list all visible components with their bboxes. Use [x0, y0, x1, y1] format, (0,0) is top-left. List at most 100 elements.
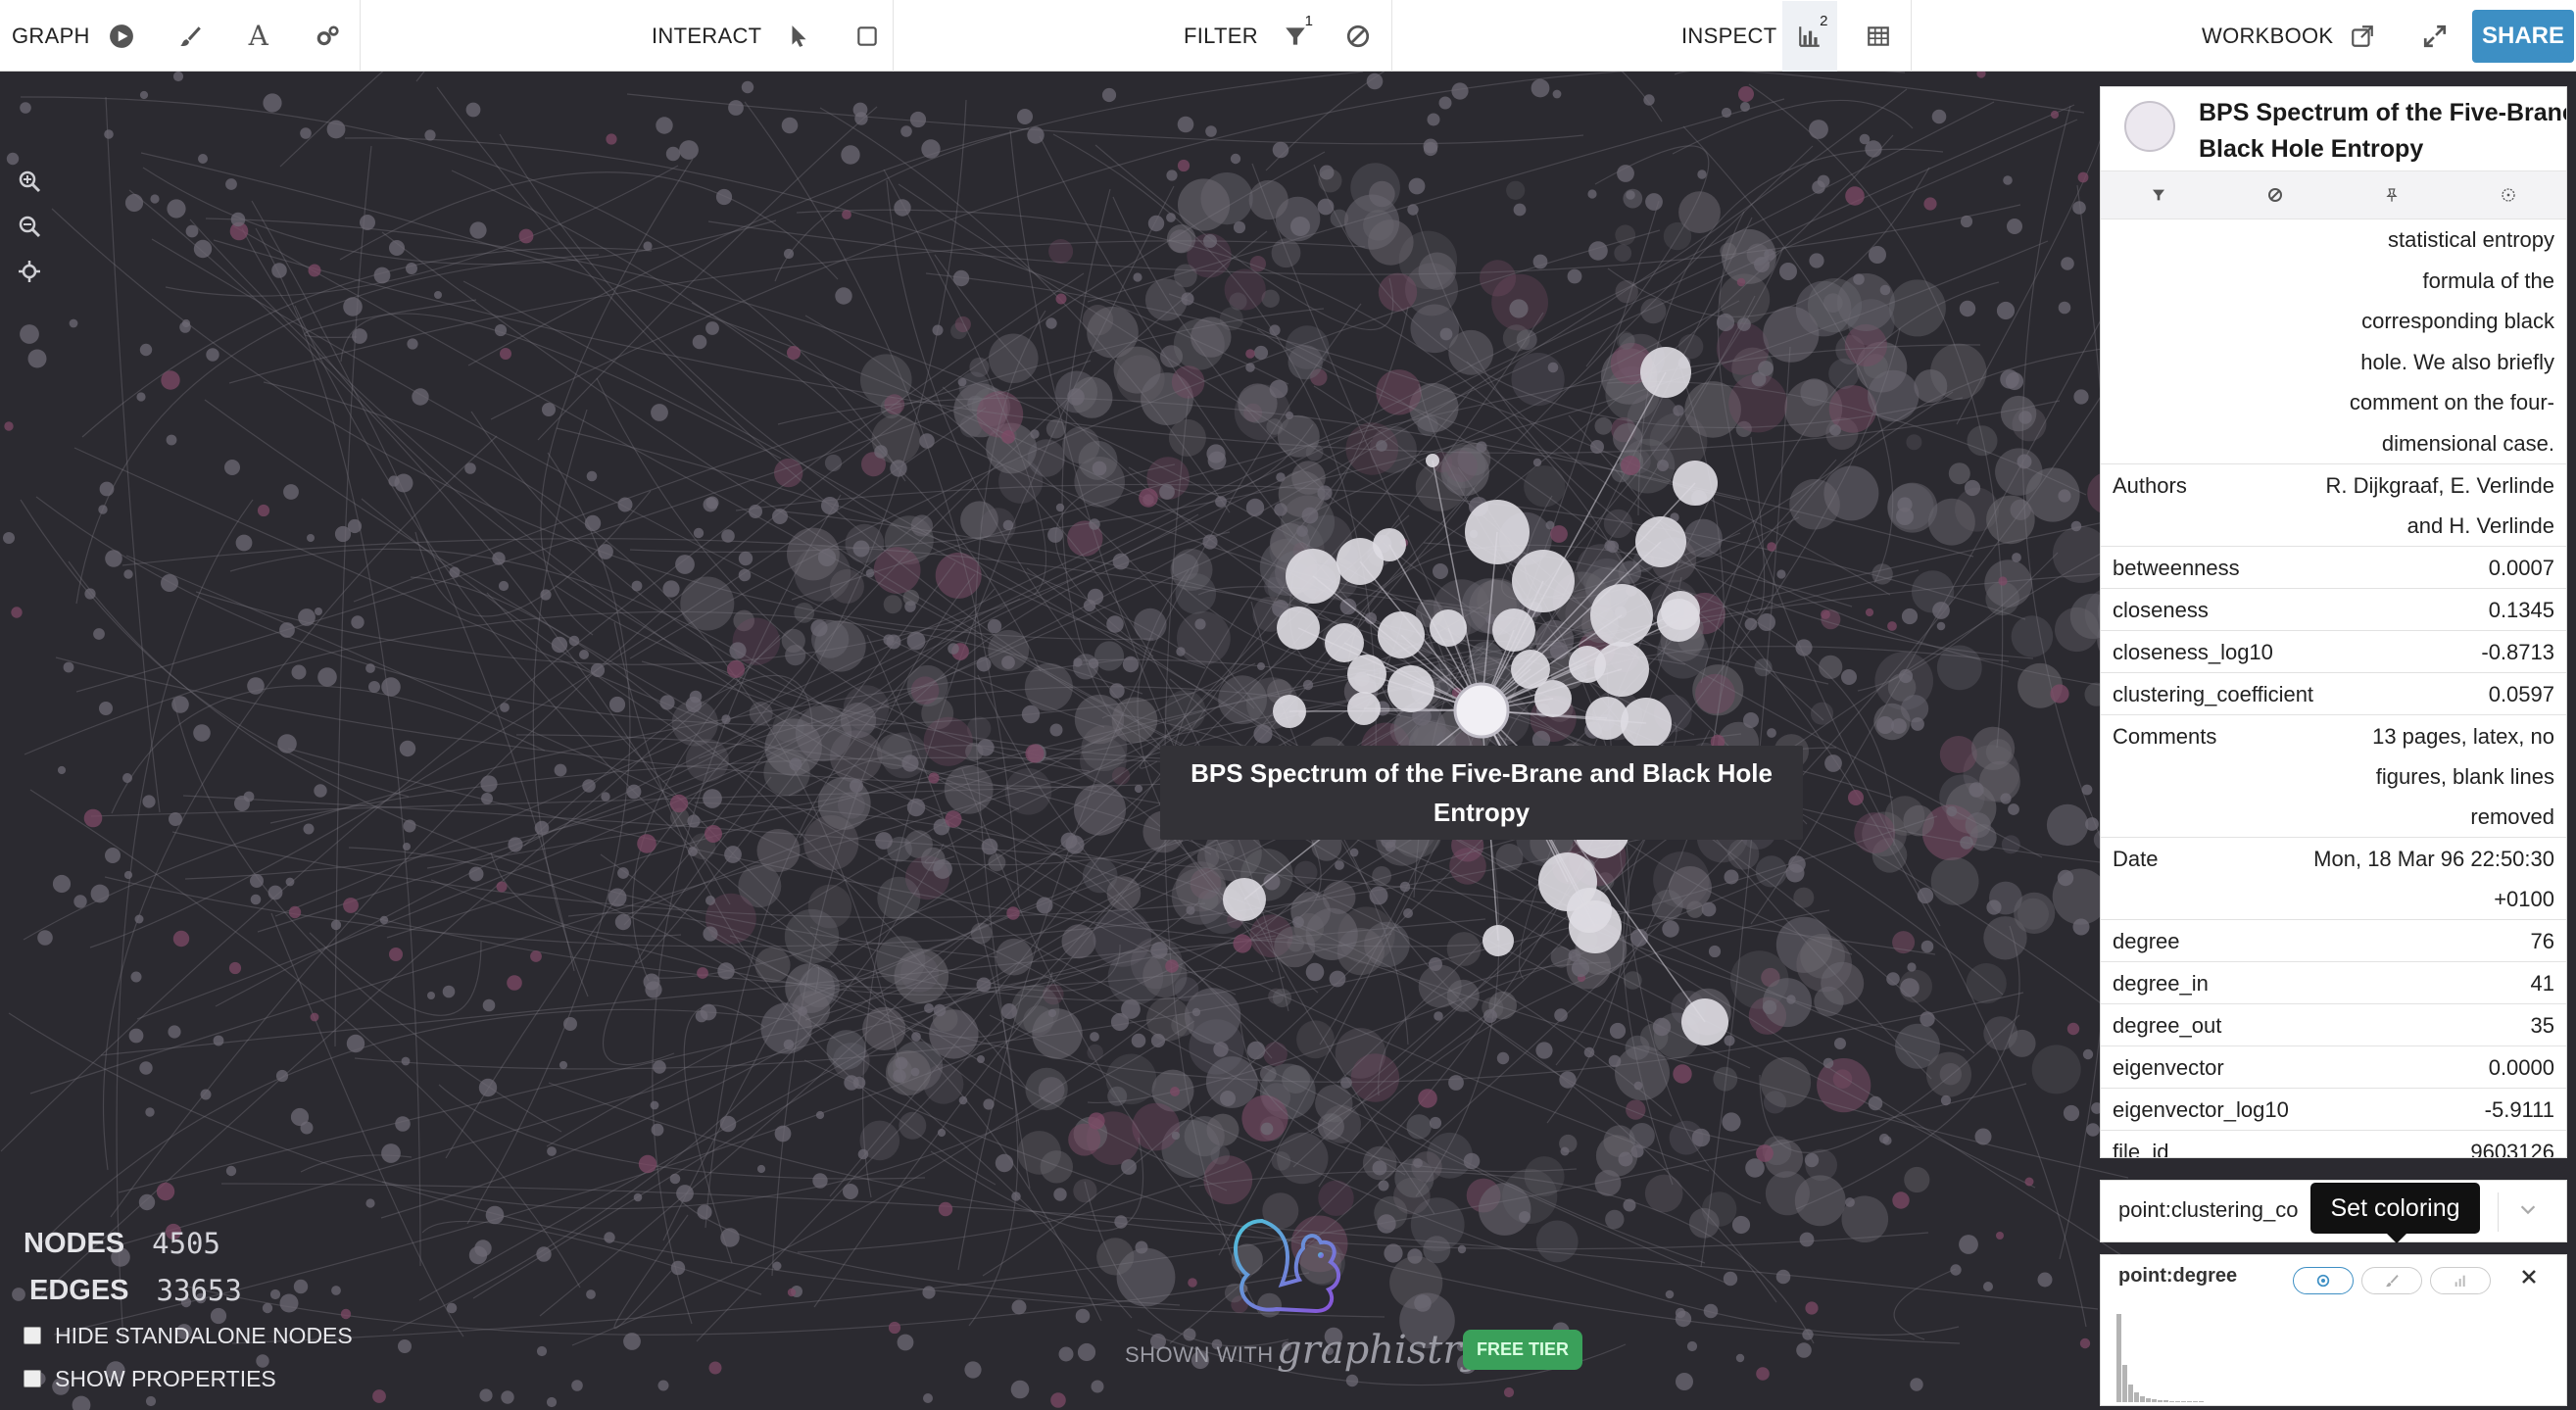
- zoom-tools: [14, 168, 45, 285]
- inspector-title-line: BPS Spectrum of the Five-Brane and: [2199, 99, 2567, 126]
- property-value: 0.0000: [2488, 1055, 2554, 1080]
- hide-standalone-toggle[interactable]: HIDE STANDALONE NODES: [24, 1314, 353, 1357]
- separator: [360, 0, 361, 72]
- graphistry-watermark[interactable]: SHOWN WITH graphistry FREE TIER: [1125, 1205, 1595, 1382]
- exclude-icon[interactable]: [1331, 1, 1385, 72]
- abstract-value: statistical entropy formula of the corre…: [2101, 219, 2566, 464]
- graphistry-brand: graphistry: [1277, 1328, 1484, 1373]
- abstract-line: dimensional case.: [2381, 430, 2554, 456]
- close-icon[interactable]: [2520, 1265, 2538, 1292]
- property-row-clustering-coefficient: clustering_coefficient 0.0597: [2101, 673, 2566, 715]
- table-icon[interactable]: [1851, 1, 1906, 72]
- histogram-bar: [2146, 1398, 2151, 1402]
- node-inspector-panel: BPS Spectrum of the Five-Brane and Black…: [2100, 86, 2567, 1158]
- play-icon[interactable]: [94, 1, 149, 72]
- inspector-rows: statistical entropy formula of the corre…: [2101, 219, 2566, 1158]
- exclude-node-icon[interactable]: [2217, 171, 2334, 219]
- funnel-icon[interactable]: 1: [1268, 1, 1323, 72]
- property-key: eigenvector: [2113, 1055, 2224, 1080]
- node-tooltip: BPS Spectrum of the Five-Brane and Black…: [1160, 746, 1803, 840]
- edges-label: EDGES: [29, 1274, 129, 1306]
- font-icon[interactable]: A: [231, 1, 286, 72]
- property-value: -5.9111: [2484, 1097, 2554, 1122]
- histogram-panel: point:degree: [2100, 1254, 2567, 1406]
- histogram-bar: [2187, 1401, 2192, 1402]
- free-tier-badge[interactable]: FREE TIER: [1463, 1330, 1583, 1370]
- toolbar: GRAPH A INTERACT FILTER 1 INSPECT 2 WORK…: [0, 0, 2576, 72]
- inspector-actions: [2101, 171, 2566, 219]
- property-value: 9603126: [2470, 1140, 2554, 1158]
- select-box-icon[interactable]: [840, 1, 895, 72]
- shown-with-text: SHOWN WITH: [1125, 1342, 1274, 1367]
- external-link-icon[interactable]: [2335, 1, 2390, 72]
- histogram-bar: [2169, 1401, 2174, 1402]
- degree-histogram[interactable]: [2116, 1304, 2548, 1402]
- workbook-group: WORKBOOK: [2202, 0, 2462, 72]
- abstract-line: hole. We also briefly: [2360, 349, 2554, 374]
- property-row-comments: Comments 13 pages, latex, no figures, bla…: [2101, 715, 2566, 838]
- node-color-swatch: [2124, 101, 2175, 152]
- bar-chart-icon[interactable]: [2430, 1267, 2491, 1294]
- inspector-title-line: Black Hole Entropy: [2199, 135, 2424, 163]
- nodes-count: 4505: [152, 1227, 220, 1260]
- squirrel-logo-icon: [1234, 1218, 1340, 1314]
- gears-icon[interactable]: [300, 1, 355, 72]
- chevron-down-icon[interactable]: [2517, 1198, 2539, 1226]
- pin-node-icon[interactable]: [2334, 171, 2451, 219]
- property-key: Comments: [2113, 724, 2217, 749]
- property-value: -0.8713: [2481, 640, 2554, 664]
- property-row-degree-out: degree_out 35: [2101, 1004, 2566, 1046]
- property-value: 0.0597: [2488, 682, 2554, 706]
- histogram-bar: [2199, 1401, 2204, 1402]
- nodes-stat: NODES 4505: [24, 1220, 353, 1267]
- checkbox[interactable]: [24, 1370, 41, 1387]
- abstract-line: statistical entropy: [2388, 227, 2554, 252]
- property-row-eigenvector-log10: eigenvector_log10 -5.9111: [2101, 1089, 2566, 1131]
- property-row-degree: degree 76: [2101, 920, 2566, 962]
- histogram-icon[interactable]: 2: [1782, 0, 1838, 72]
- property-value: 13 pages, latex, no figures, blank lines…: [2372, 724, 2554, 829]
- pointer-icon[interactable]: [771, 1, 826, 72]
- property-value: 35: [2530, 1013, 2554, 1038]
- set-coloring-tooltip: Set coloring: [2310, 1183, 2480, 1243]
- zoom-out-icon[interactable]: [14, 213, 45, 240]
- property-key: eigenvector_log10: [2113, 1097, 2289, 1122]
- histogram-bar: [2175, 1401, 2180, 1402]
- edges-stat: EDGES 33653: [29, 1267, 353, 1314]
- center-node-icon[interactable]: [2450, 171, 2566, 219]
- property-row-authors: Authors R. Dijkgraaf, E. Verlinde and H. …: [2101, 464, 2566, 547]
- zoom-in-icon[interactable]: [14, 168, 45, 195]
- property-key: Date: [2113, 847, 2159, 871]
- inspect-count: 2: [1820, 12, 1828, 29]
- histogram-bar: [2193, 1401, 2198, 1402]
- inspect-label: INSPECT: [1681, 23, 1777, 48]
- histogram-bar: [2158, 1400, 2163, 1402]
- workbook-label: WORKBOOK: [2202, 23, 2334, 48]
- histogram-bar: [2116, 1314, 2121, 1402]
- filter-node-icon[interactable]: [2101, 171, 2217, 219]
- property-key: file_id: [2113, 1140, 2169, 1158]
- property-value: 0.1345: [2488, 598, 2554, 622]
- graph-stats: NODES 4505 EDGES 33653 HIDE STANDALONE N…: [24, 1220, 353, 1400]
- brush-icon[interactable]: [2361, 1267, 2422, 1294]
- target-icon[interactable]: [2293, 1267, 2354, 1294]
- filter-count: 1: [1304, 12, 1313, 29]
- property-key: degree: [2113, 929, 2180, 953]
- center-view-icon[interactable]: [14, 258, 45, 285]
- property-key: closeness_log10: [2113, 640, 2273, 664]
- show-properties-toggle[interactable]: SHOW PROPERTIES: [24, 1357, 353, 1400]
- show-properties-label: SHOW PROPERTIES: [55, 1365, 276, 1391]
- inspect-group: INSPECT 2: [1681, 0, 1906, 72]
- abstract-line: formula of the: [2422, 267, 2554, 293]
- share-button[interactable]: SHARE: [2472, 10, 2574, 63]
- property-row-file-id: file_id 9603126: [2101, 1131, 2566, 1158]
- property-key: closeness: [2113, 598, 2209, 622]
- expand-icon[interactable]: [2407, 1, 2462, 72]
- property-key: degree_in: [2113, 971, 2209, 996]
- property-row-eigenvector: eigenvector 0.0000: [2101, 1046, 2566, 1089]
- separator: [1911, 0, 1912, 72]
- property-key: Authors: [2113, 473, 2187, 498]
- checkbox[interactable]: [24, 1327, 41, 1344]
- inspector-title: BPS Spectrum of the Five-Brane and Black…: [2199, 95, 2567, 168]
- brush-icon[interactable]: [163, 1, 218, 72]
